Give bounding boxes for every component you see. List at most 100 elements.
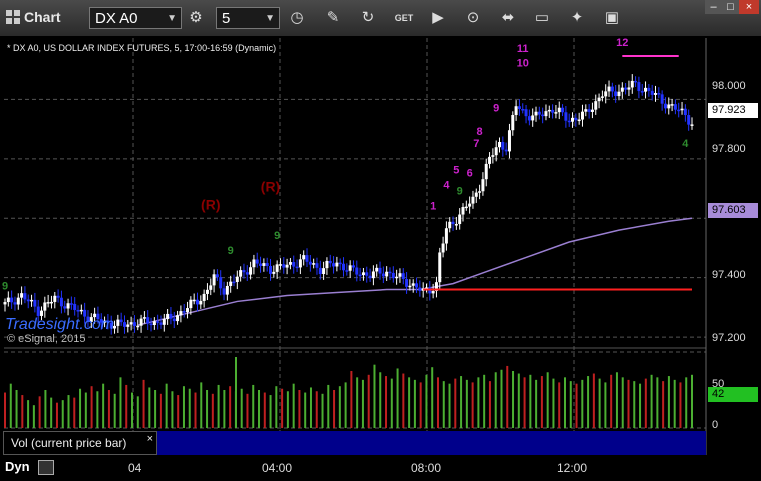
time-axis bbox=[0, 457, 761, 481]
candle-down bbox=[504, 149, 508, 152]
volume-bar bbox=[529, 374, 532, 428]
volume-bar bbox=[425, 374, 428, 428]
candle-up bbox=[139, 318, 143, 326]
candle-up bbox=[600, 96, 604, 98]
candle-down bbox=[69, 303, 73, 305]
volume-bar bbox=[27, 400, 30, 428]
zoom-icon[interactable] bbox=[38, 460, 54, 475]
candle-up bbox=[288, 262, 292, 265]
candle-down bbox=[13, 302, 17, 305]
candle-down bbox=[59, 297, 63, 307]
volume-bar bbox=[240, 388, 243, 428]
candle-up bbox=[461, 207, 465, 215]
candle-down bbox=[564, 112, 568, 121]
candle-down bbox=[172, 318, 176, 322]
volume-bar bbox=[523, 377, 526, 428]
candle-down bbox=[418, 287, 422, 291]
candle-up bbox=[617, 91, 621, 97]
candle-down bbox=[351, 265, 355, 268]
candle-down bbox=[683, 108, 687, 116]
candle-down bbox=[10, 297, 14, 303]
volume-bar bbox=[136, 396, 139, 428]
volume-bar bbox=[436, 377, 439, 428]
candle-down bbox=[232, 281, 236, 284]
candle-up bbox=[514, 106, 518, 116]
volume-bar bbox=[431, 367, 434, 428]
candle-down bbox=[245, 272, 249, 275]
candle-down bbox=[687, 115, 691, 125]
candle-up bbox=[408, 285, 412, 288]
candle-up bbox=[547, 109, 551, 112]
volume-bar bbox=[350, 371, 353, 428]
candle-down bbox=[26, 299, 30, 302]
candle-down bbox=[255, 259, 259, 264]
volume-bar bbox=[292, 383, 295, 428]
candle-down bbox=[637, 82, 641, 92]
candle-up bbox=[129, 322, 133, 325]
volume-bar bbox=[552, 378, 555, 428]
candle-down bbox=[159, 322, 163, 325]
candle-up bbox=[458, 214, 462, 225]
volume-bar bbox=[662, 381, 665, 428]
volume-bar bbox=[4, 392, 6, 428]
x-tick-1200: 12:00 bbox=[557, 461, 588, 475]
volume-bar bbox=[61, 400, 64, 428]
interval-mode[interactable]: Dyn bbox=[5, 459, 30, 474]
candle-down bbox=[318, 267, 322, 275]
candle-up bbox=[176, 315, 180, 322]
volume-bar bbox=[32, 405, 35, 428]
volume-panel-strip bbox=[157, 431, 706, 455]
candle-up bbox=[411, 283, 415, 286]
candle-down bbox=[342, 263, 346, 271]
candle-up bbox=[577, 119, 581, 122]
candle-up bbox=[126, 324, 130, 327]
candle-up bbox=[312, 263, 316, 265]
candle-up bbox=[285, 264, 289, 268]
volume-bar bbox=[79, 388, 82, 428]
candle-up bbox=[249, 267, 253, 275]
annotations: (R)(R)145 67891011 1299994 bbox=[2, 37, 689, 293]
candle-up bbox=[507, 130, 511, 152]
candle-up bbox=[494, 147, 498, 156]
candle-up bbox=[488, 156, 492, 164]
candle-up bbox=[580, 111, 584, 120]
candle-down bbox=[358, 274, 362, 277]
volume-bar bbox=[679, 382, 682, 428]
candle-down bbox=[119, 319, 123, 323]
candle-down bbox=[537, 111, 541, 115]
close-icon[interactable]: × bbox=[147, 428, 153, 450]
volume-bar bbox=[385, 376, 388, 428]
candle-down bbox=[292, 262, 296, 267]
volume-bar bbox=[569, 381, 572, 428]
candle-up bbox=[225, 285, 229, 295]
candle-down bbox=[541, 114, 545, 117]
candle-up bbox=[554, 112, 558, 114]
candle-down bbox=[647, 87, 651, 91]
candle-down bbox=[23, 293, 27, 300]
candle-down bbox=[169, 313, 173, 319]
candle-up bbox=[46, 302, 50, 304]
candle-down bbox=[149, 323, 153, 326]
candle-up bbox=[361, 272, 365, 276]
volume-bar bbox=[84, 392, 87, 428]
volume-panel-label: Vol (current price bar) × bbox=[3, 431, 157, 455]
volume-bar bbox=[188, 388, 191, 428]
volume-flag: 42 bbox=[708, 387, 758, 402]
volume-bar bbox=[38, 396, 41, 428]
annotation-setup: 8 bbox=[477, 126, 483, 138]
volume-bar bbox=[15, 390, 18, 428]
candle-down bbox=[551, 109, 555, 113]
volume-bar bbox=[177, 395, 180, 428]
candle-up bbox=[571, 117, 575, 122]
annotation-setup: 5 bbox=[453, 165, 459, 177]
candle-up bbox=[116, 319, 120, 326]
candle-down bbox=[614, 91, 618, 97]
candle-up bbox=[471, 196, 475, 204]
candle-up bbox=[239, 270, 243, 277]
volume-bar bbox=[442, 381, 445, 428]
volume-bar bbox=[55, 402, 58, 428]
volume-bar bbox=[263, 392, 266, 428]
candle-down bbox=[521, 108, 525, 111]
candle-down bbox=[328, 260, 332, 264]
candle-up bbox=[272, 271, 276, 274]
